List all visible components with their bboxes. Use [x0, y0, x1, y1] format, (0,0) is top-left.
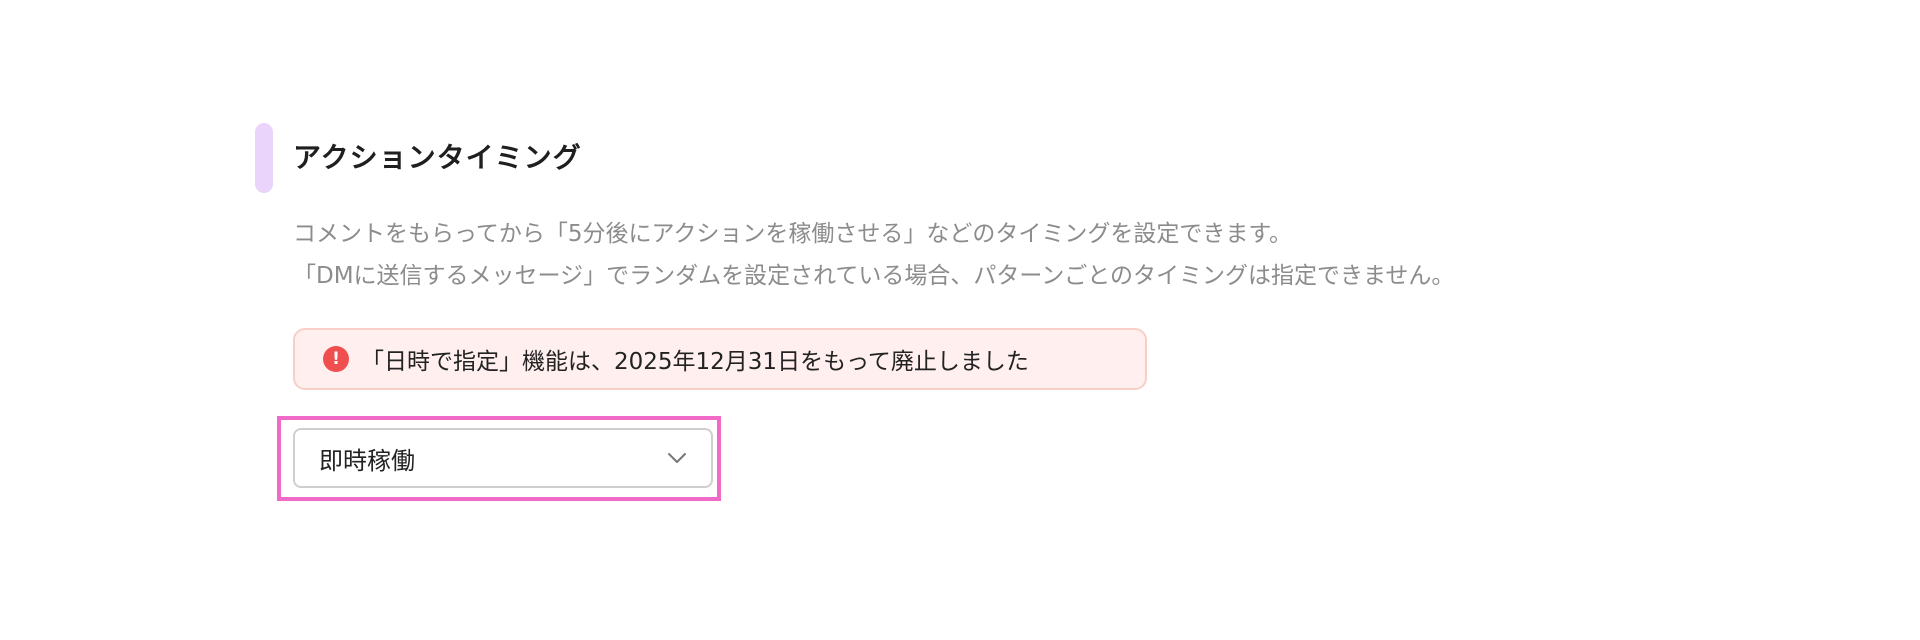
description-line: コメントをもらってから「5分後にアクションを稼働させる」などのタイミングを設定で…	[293, 221, 1293, 247]
description-line: 「DMに送信するメッセージ」でランダムを設定されている場合、パターンごとのタイミ…	[293, 263, 1455, 289]
timing-select-value: 即時稼働	[319, 446, 415, 475]
alert-text: 「日時で指定」機能は、2025年12月31日をもって廃止しました	[361, 349, 1029, 375]
chevron-down-icon[interactable]	[667, 448, 687, 468]
heading-accent-bar	[255, 123, 273, 193]
exclamation-icon: !	[323, 346, 349, 372]
section-title: アクションタイミング	[293, 141, 582, 174]
section-description: コメントをもらってから「5分後にアクションを稼働させる」などのタイミングを設定で…	[293, 213, 1753, 297]
timing-select[interactable]: 即時稼働	[293, 428, 713, 488]
action-timing-section: アクションタイミング コメントをもらってから「5分後にアクションを稼働させる」な…	[255, 123, 1755, 501]
section-heading: アクションタイミング	[255, 123, 1755, 193]
deprecation-alert: ! 「日時で指定」機能は、2025年12月31日をもって廃止しました	[293, 328, 1147, 390]
